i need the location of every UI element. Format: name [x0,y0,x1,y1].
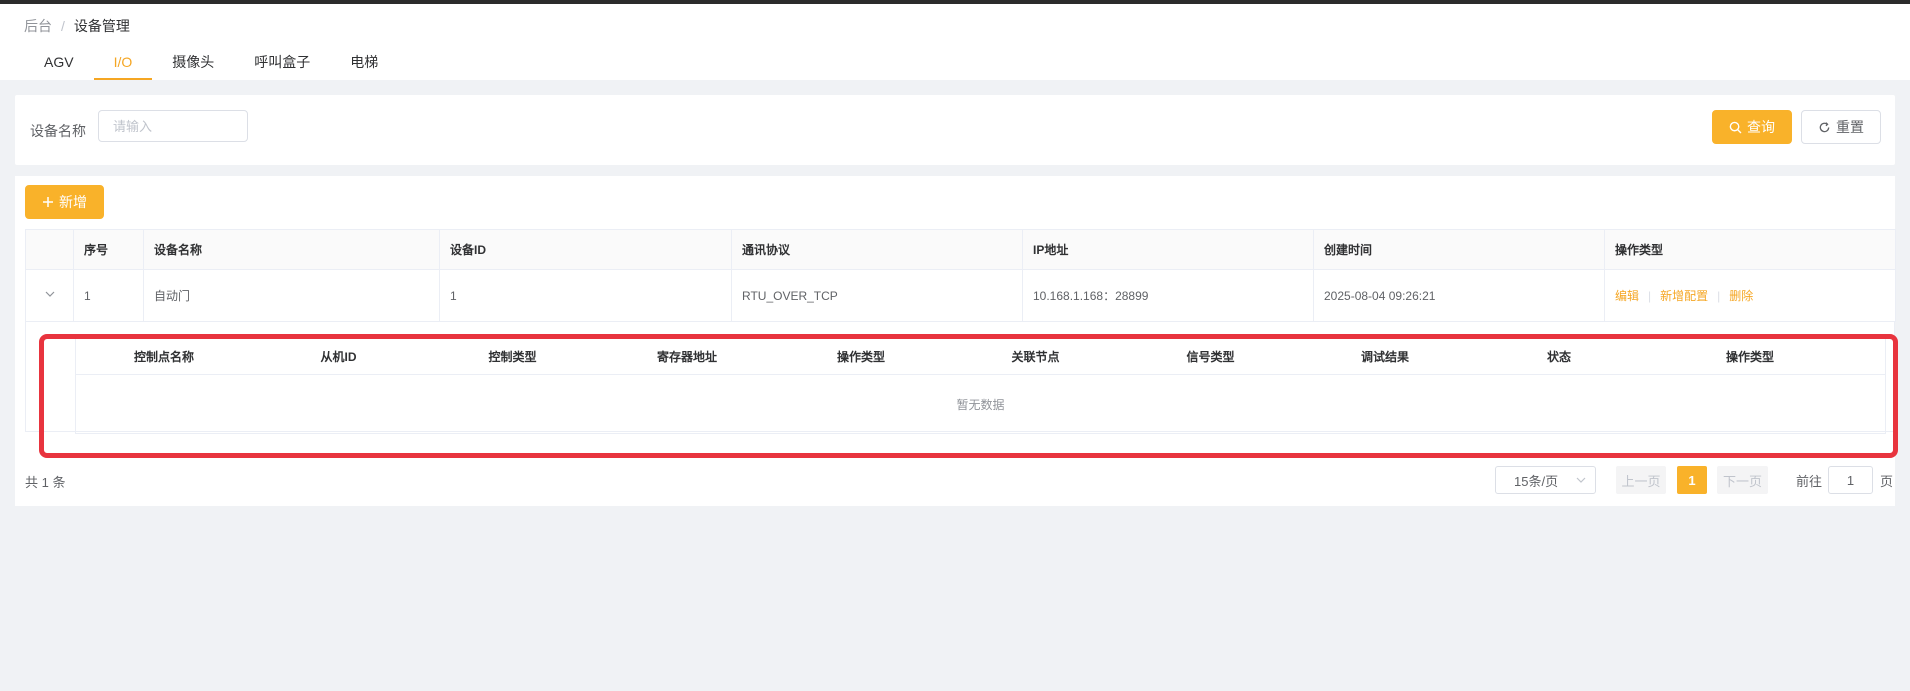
plus-icon [43,197,53,207]
action-divider: | [1717,288,1721,303]
refresh-icon [1819,121,1830,132]
sub-column-control-point-name: 控制点名称 [133,350,194,364]
tab-agv[interactable]: AGV [24,44,94,80]
tab-io[interactable]: I/O [93,44,153,80]
reset-button[interactable]: 重置 [1801,110,1881,144]
chevron-down-icon [1576,477,1586,483]
tab-call-box[interactable]: 呼叫盒子 [234,44,330,80]
tab-elevator[interactable]: 电梯 [330,44,398,80]
add-button[interactable]: 新增 [25,185,104,219]
next-page-button[interactable]: 下一页 [1717,466,1768,494]
expanded-row: 控制点名称 从机ID 控制类型 寄存器地址 操作类型 关联节点 信号类型 调试结… [25,322,1895,434]
cell-actions: 编辑 | 新增配置 | 删除 [1604,269,1896,322]
sub-column-status: 状态 [1546,350,1571,364]
query-button-label: 查询 [1747,119,1775,135]
expand-cell [25,269,74,322]
sub-column-slave-id: 从机ID [320,350,357,364]
cell-device-name: 自动门 [143,269,440,322]
table-header-row: 序号 设备名称 设备ID 通讯协议 IP地址 创建时间 操作类型 [25,229,1896,270]
cell-ip: 10.168.1.168：28899 [1022,269,1314,322]
column-header-device-id: 设备ID [439,229,732,270]
delete-link[interactable]: 删除 [1729,287,1753,304]
breadcrumb-current: 设备管理 [73,18,130,34]
sub-table-header-row: 控制点名称 从机ID 控制类型 寄存器地址 操作类型 关联节点 信号类型 调试结… [76,339,1885,375]
edit-link[interactable]: 编辑 [1615,287,1639,304]
goto-suffix: 页 [1880,473,1894,489]
search-icon [1729,121,1742,133]
add-button-label: 新增 [59,194,87,210]
search-panel: 设备名称 查询 重置 [15,95,1895,165]
cell-index: 1 [73,269,144,322]
action-divider: | [1648,288,1652,303]
cell-device-id: 1 [439,269,732,322]
page-number-current[interactable]: 1 [1677,466,1707,494]
device-table: 序号 设备名称 设备ID 通讯协议 IP地址 创建时间 操作类型 1 自动门 1 [25,229,1896,434]
reset-button-label: 重置 [1836,119,1864,135]
sub-column-register-address: 寄存器地址 [656,350,717,364]
cell-created: 2025-08-04 09:26:21 [1313,269,1605,322]
empty-state-text: 暂无数据 [956,397,1005,412]
prev-page-button[interactable]: 上一页 [1616,466,1666,494]
device-type-tabs: AGV I/O 摄像头 呼叫盒子 电梯 [24,44,398,80]
breadcrumb: 后台 / 设备管理 [24,16,130,36]
table-row: 1 自动门 1 RTU_OVER_TCP 10.168.1.168：28899 … [25,269,1896,322]
page-size-value: 15条/页 [1514,473,1559,489]
device-list-panel: 新增 序号 设备名称 设备ID 通讯协议 IP地址 创建时间 操作类型 1 自动… [15,176,1896,506]
column-header-created: 创建时间 [1313,229,1605,270]
breadcrumb-root[interactable]: 后台 [24,16,52,36]
goto-label: 前往 [1796,473,1823,489]
sub-column-signal-type: 信号类型 [1186,350,1235,364]
chevron-down-icon[interactable] [44,288,56,300]
tab-camera[interactable]: 摄像头 [152,44,234,80]
page-header: 后台 / 设备管理 AGV I/O 摄像头 呼叫盒子 电梯 [0,4,1910,80]
sub-column-actions: 操作类型 [1725,350,1774,364]
column-header-device-name: 设备名称 [143,229,440,270]
total-count: 共 1 条 [25,475,66,490]
sub-column-control-type: 控制类型 [488,350,537,364]
column-header-ip: IP地址 [1022,229,1314,270]
page-size-select[interactable]: 15条/页 [1495,466,1596,494]
goto-page-input[interactable] [1828,466,1873,494]
device-name-label: 设备名称 [30,123,86,139]
column-header-index: 序号 [73,229,144,270]
sub-column-linked-node: 关联节点 [1011,350,1060,364]
column-header-expand [25,229,74,270]
sub-column-operation-type: 操作类型 [836,350,885,364]
cell-protocol: RTU_OVER_TCP [731,269,1023,322]
column-header-actions: 操作类型 [1604,229,1896,270]
query-button[interactable]: 查询 [1712,110,1792,144]
breadcrumb-separator: / [61,18,65,34]
sub-column-debug-result: 调试结果 [1360,350,1409,364]
control-point-table: 控制点名称 从机ID 控制类型 寄存器地址 操作类型 关联节点 信号类型 调试结… [75,338,1886,434]
column-header-protocol: 通讯协议 [731,229,1023,270]
add-config-link[interactable]: 新增配置 [1660,287,1708,304]
device-name-input[interactable] [98,110,248,142]
